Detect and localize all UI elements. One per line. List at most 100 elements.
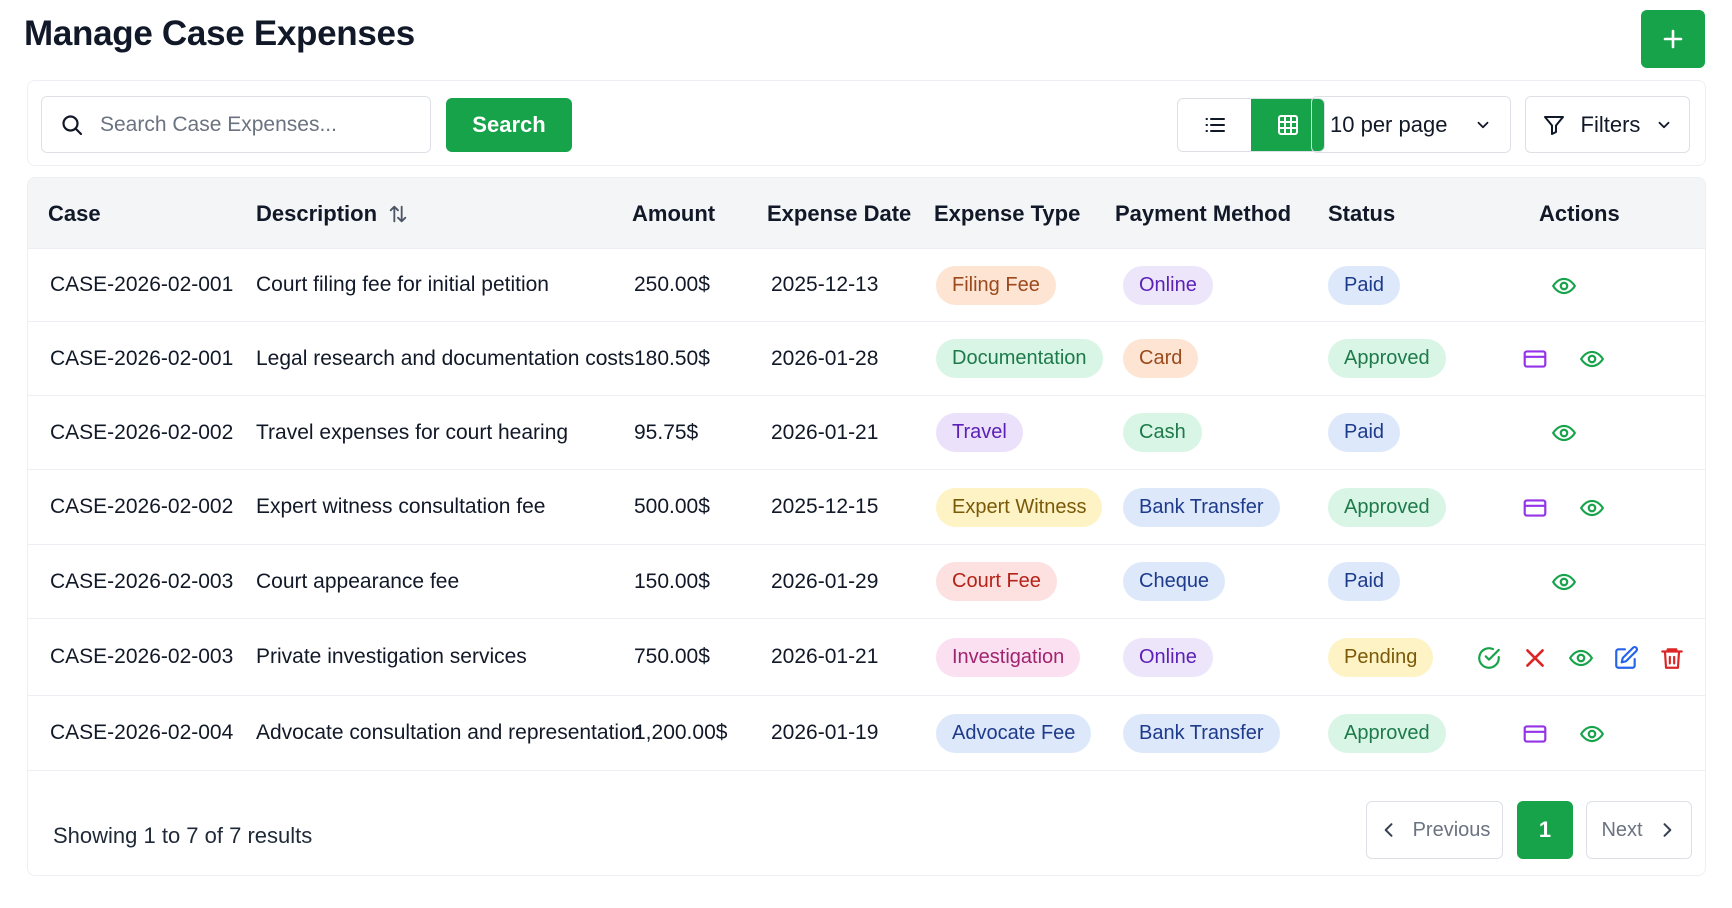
next-button[interactable]: Next (1586, 801, 1692, 859)
credit-card-icon (1523, 498, 1547, 517)
approve-button[interactable] (1475, 644, 1503, 672)
filter-icon (1544, 115, 1564, 135)
previous-button[interactable]: Previous (1366, 801, 1503, 859)
expense-type-cell: Investigation (936, 619, 1081, 695)
delete-button[interactable] (1658, 644, 1686, 672)
view-button[interactable] (1550, 419, 1578, 447)
search-button[interactable]: Search (446, 98, 572, 152)
payment-method-badge: Online (1123, 265, 1213, 305)
reject-button[interactable] (1521, 644, 1549, 672)
edit-button[interactable] (1612, 644, 1640, 672)
eye-icon (1579, 350, 1605, 368)
case-id: CASE-2026-02-003 (50, 569, 234, 593)
table-row: CASE-2026-02-002 Travel expenses for cour… (28, 396, 1705, 470)
expense-description: Advocate consultation and representation (256, 721, 643, 744)
payment-method-cell: Card (1123, 322, 1199, 395)
expense-type-badge: Expert Witness (936, 487, 1103, 527)
case-id: CASE-2026-02-002 (50, 420, 234, 444)
status-badge: Approved (1328, 339, 1446, 378)
view-button[interactable] (1578, 345, 1606, 373)
expense-amount: 250.00$ (634, 273, 710, 296)
table-row: CASE-2026-02-003 Court appearance fee 150.… (28, 545, 1705, 619)
view-button[interactable] (1578, 720, 1606, 748)
expense-date: 2026-01-19 (771, 721, 879, 744)
view-button[interactable] (1578, 494, 1606, 522)
expense-type-badge: Filing Fee (936, 265, 1056, 305)
expense-date: 2026-01-21 (771, 645, 879, 668)
expense-description: Travel expenses for court hearing (256, 420, 569, 444)
trash-icon (1661, 647, 1683, 669)
add-expense-button[interactable] (1641, 10, 1705, 68)
expense-type-cell: Travel (936, 396, 1023, 469)
header-actions: Actions (1539, 200, 1620, 226)
chevron-down-icon (1477, 121, 1489, 128)
expense-description: Expert witness consultation fee (256, 495, 546, 518)
expense-type-badge: Documentation (936, 339, 1103, 378)
eye-icon (1579, 499, 1605, 516)
table-row: CASE-2026-02-004 Advocate consultation an… (28, 696, 1705, 771)
expense-type-badge: Travel (936, 413, 1023, 452)
status-cell: Paid (1328, 249, 1401, 321)
case-id: CASE-2026-02-001 (50, 346, 234, 370)
table-row: CASE-2026-02-003 Private investigation se… (28, 619, 1705, 696)
table-row: CASE-2026-02-002 Expert witness consultat… (28, 470, 1705, 545)
pay-button[interactable] (1521, 494, 1549, 522)
header-payment-method: Payment Method (1115, 200, 1292, 226)
status-badge: Approved (1328, 713, 1446, 753)
status-badge: Approved (1328, 487, 1446, 527)
case-id: CASE-2026-02-004 (50, 721, 234, 744)
payment-method-badge: Card (1123, 339, 1199, 378)
view-button[interactable] (1550, 568, 1578, 596)
eye-icon (1551, 573, 1577, 591)
pay-button[interactable] (1521, 345, 1549, 373)
pay-button[interactable] (1521, 720, 1549, 748)
grid-icon (1277, 115, 1298, 135)
view-button[interactable] (1567, 644, 1595, 672)
case-id: CASE-2026-02-001 (50, 273, 234, 296)
chevron-right-icon (1663, 823, 1671, 837)
credit-card-icon (1523, 350, 1547, 368)
payment-method-cell: Bank Transfer (1123, 470, 1280, 544)
per-page-select[interactable]: 10 per page (1311, 96, 1511, 153)
search-input[interactable]: Search Case Expenses... (41, 96, 431, 153)
chevron-down-icon (1658, 121, 1670, 128)
expense-date: 2025-12-13 (771, 273, 879, 296)
expense-type-cell: Filing Fee (936, 249, 1056, 321)
page-1-button[interactable]: 1 (1517, 801, 1573, 859)
payment-method-cell: Cheque (1123, 545, 1226, 618)
payment-method-cell: Cash (1123, 396, 1202, 469)
expense-amount: 750.00$ (634, 645, 710, 668)
expense-type-cell: Court Fee (936, 545, 1057, 618)
table-row: CASE-2026-02-001 Legal research and docum… (28, 322, 1705, 396)
payment-method-badge: Cash (1123, 413, 1202, 452)
expense-amount: 180.50$ (634, 346, 710, 370)
table-header: Case Description Amount Expense Date Exp… (28, 178, 1705, 249)
view-button[interactable] (1550, 272, 1578, 300)
eye-icon (1551, 424, 1577, 442)
list-view-button[interactable] (1178, 99, 1251, 151)
case-id: CASE-2026-02-003 (50, 645, 234, 668)
expense-amount: 500.00$ (634, 495, 710, 518)
toolbar: Search Case Expenses... Search 10 per pa… (27, 80, 1706, 166)
x-icon (1526, 648, 1544, 667)
header-case: Case (48, 200, 101, 226)
status-cell: Paid (1328, 396, 1401, 469)
filters-label: Filters (1580, 111, 1641, 137)
payment-method-cell: Bank Transfer (1123, 696, 1280, 770)
header-expense-date: Expense Date (767, 200, 912, 226)
filters-button[interactable]: Filters (1525, 96, 1690, 153)
status-cell: Approved (1328, 322, 1446, 395)
expense-type-cell: Advocate Fee (936, 696, 1092, 770)
expense-type-cell: Expert Witness (936, 470, 1103, 544)
expense-date: 2026-01-21 (771, 420, 879, 444)
header-description[interactable]: Description (256, 178, 409, 249)
expense-description: Legal research and documentation costs (256, 346, 635, 370)
table-row: CASE-2026-02-001 Court filing fee for ini… (28, 249, 1705, 322)
status-cell: Pending (1328, 619, 1434, 695)
list-icon (1205, 118, 1225, 132)
status-cell: Approved (1328, 470, 1446, 544)
payment-method-cell: Online (1123, 619, 1213, 695)
expense-type-badge: Investigation (936, 637, 1081, 677)
edit-icon (1615, 645, 1638, 669)
payment-method-badge: Bank Transfer (1123, 713, 1280, 753)
